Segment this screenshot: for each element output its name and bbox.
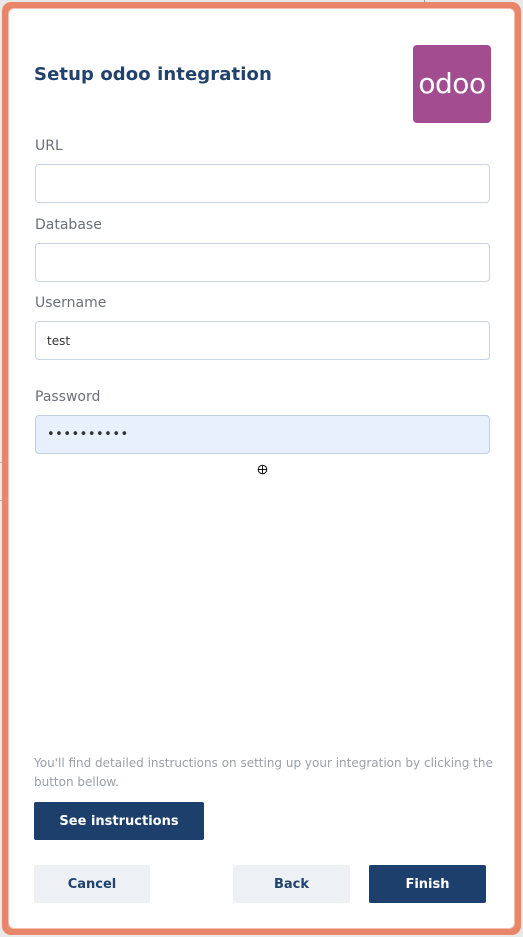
dialog-title: Setup odoo integration	[34, 64, 272, 85]
instructions-text: You'll find detailed instructions on set…	[34, 756, 493, 789]
username-input[interactable]	[35, 321, 490, 360]
odoo-logo-icon: odoo	[413, 45, 491, 123]
see-instructions-button[interactable]: See instructions	[34, 802, 204, 840]
crosshair-cursor-icon	[257, 464, 268, 475]
back-button[interactable]: Back	[233, 865, 350, 903]
logo-text: odoo	[418, 67, 486, 100]
password-input[interactable]	[35, 415, 490, 454]
url-input[interactable]	[35, 164, 490, 203]
password-label: Password	[35, 389, 101, 405]
username-label: Username	[35, 295, 107, 311]
finish-button[interactable]: Finish	[369, 865, 486, 903]
database-input[interactable]	[35, 243, 490, 282]
cancel-button[interactable]: Cancel	[34, 865, 150, 903]
database-label: Database	[35, 217, 102, 233]
url-label: URL	[35, 138, 63, 154]
